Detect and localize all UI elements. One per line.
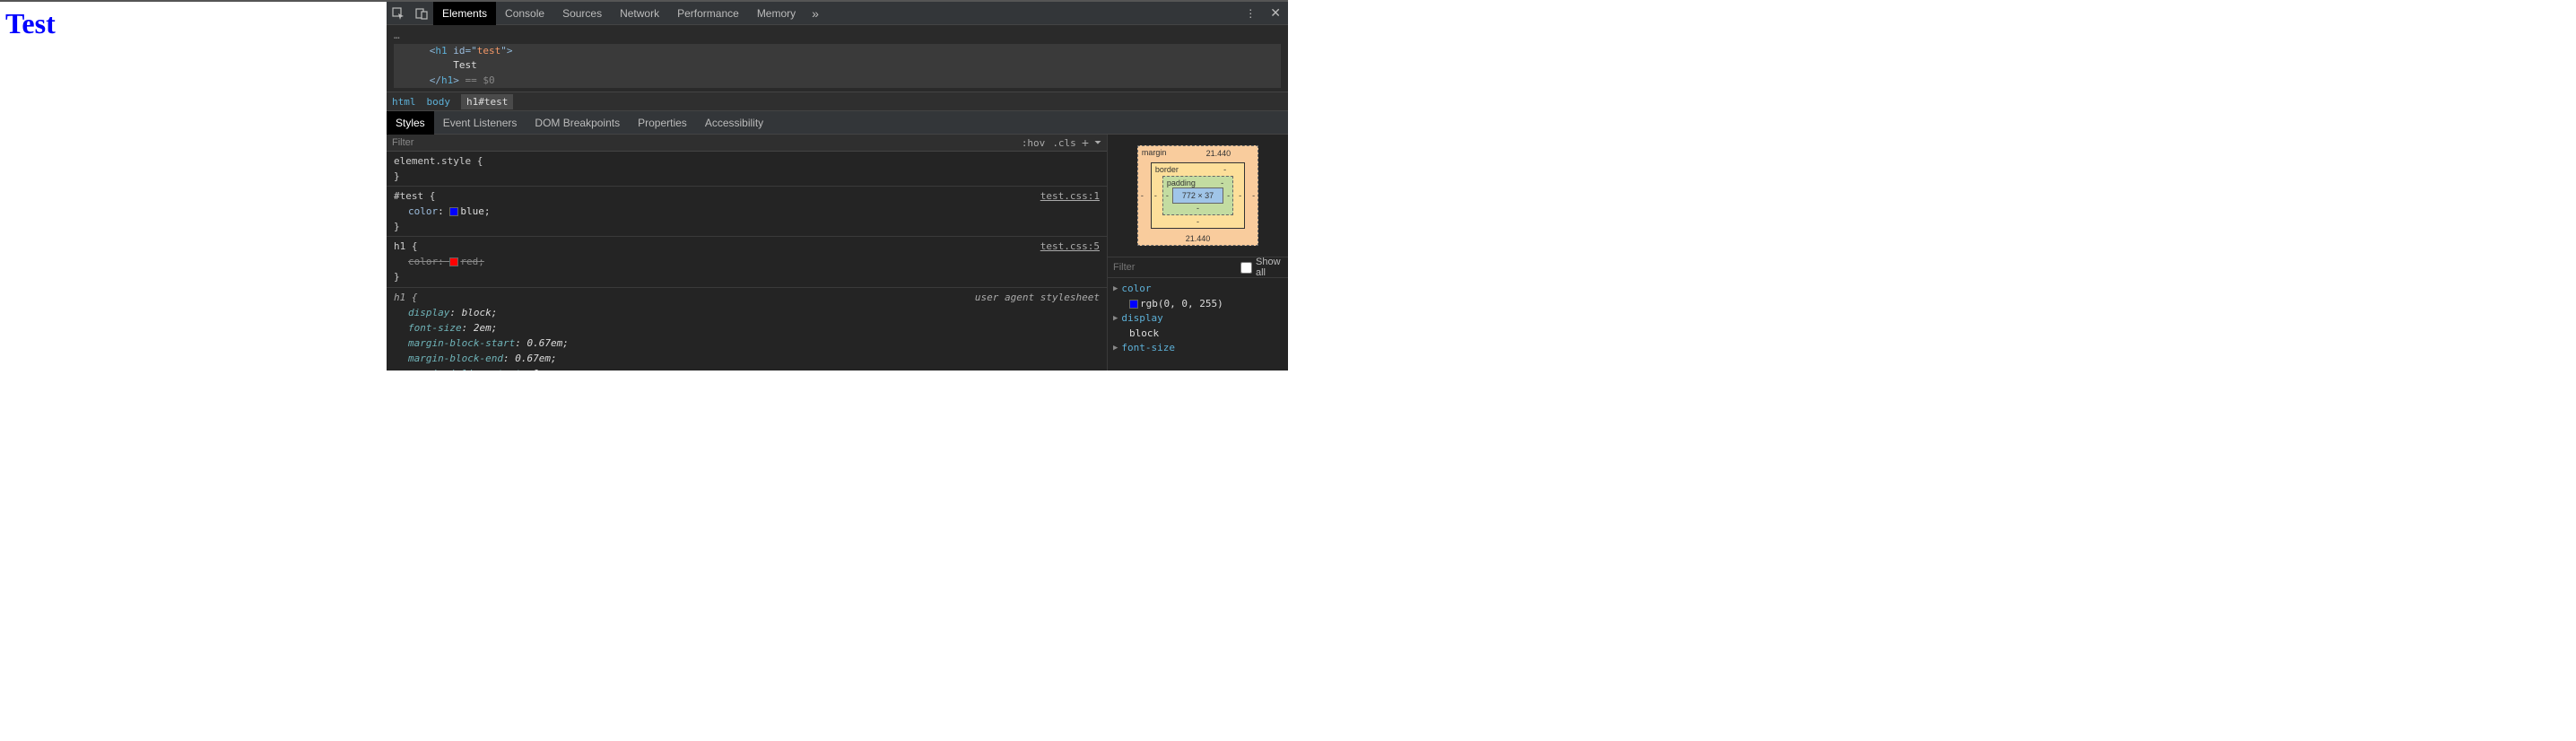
color-swatch-icon bbox=[1129, 300, 1138, 309]
box-model-content: 772 × 37 bbox=[1172, 187, 1223, 204]
rendered-page: Test bbox=[0, 0, 387, 370]
close-icon[interactable]: ✕ bbox=[1263, 5, 1288, 21]
computed-prop-color[interactable]: ▶color bbox=[1113, 282, 1283, 297]
tab-memory[interactable]: Memory bbox=[748, 2, 805, 25]
computed-panel: margin 21.440 21.440 - - border - - - - … bbox=[1107, 135, 1288, 370]
styles-filter-input[interactable] bbox=[392, 137, 1014, 148]
breadcrumb: html body h1#test bbox=[387, 92, 1288, 111]
subtab-properties[interactable]: Properties bbox=[629, 111, 696, 135]
subtab-styles[interactable]: Styles bbox=[387, 111, 434, 135]
rule-user-agent[interactable]: user agent stylesheet h1 { display: bloc… bbox=[387, 288, 1107, 370]
styles-tabbar: Styles Event Listeners DOM Breakpoints P… bbox=[387, 111, 1288, 135]
box-model-margin-label: margin bbox=[1142, 148, 1167, 157]
disclosure-triangle-icon[interactable]: ▶ bbox=[1113, 313, 1118, 326]
crumb-body[interactable]: body bbox=[427, 96, 451, 108]
box-model-margin-top: 21.440 bbox=[1206, 149, 1231, 158]
overridden-property[interactable]: color: red; bbox=[394, 254, 1100, 269]
hov-toggle[interactable]: :hov bbox=[1022, 137, 1046, 149]
box-model-border-top: - bbox=[1223, 165, 1226, 174]
dom-text-node[interactable]: Test bbox=[394, 58, 1281, 74]
color-swatch-red[interactable] bbox=[449, 257, 458, 266]
rule-source-link[interactable]: test.css:5 bbox=[1040, 239, 1100, 254]
disclosure-triangle-icon[interactable]: ▶ bbox=[1113, 283, 1118, 296]
box-model-border-label: border bbox=[1155, 165, 1179, 174]
tab-elements[interactable]: Elements bbox=[433, 2, 496, 25]
user-agent-label: user agent stylesheet bbox=[975, 290, 1100, 305]
subtab-event-listeners[interactable]: Event Listeners bbox=[434, 111, 527, 135]
dom-ellipsis: … bbox=[394, 30, 400, 41]
dom-node-h1[interactable]: <h1 id="test"> bbox=[394, 44, 1281, 59]
subtab-accessibility[interactable]: Accessibility bbox=[696, 111, 772, 135]
cls-toggle[interactable]: .cls bbox=[1052, 137, 1076, 149]
kebab-menu-icon[interactable]: ⋮ bbox=[1238, 7, 1263, 20]
styles-filter-bar: :hov .cls + ⏷ bbox=[387, 135, 1107, 152]
box-model-border-right: - bbox=[1239, 191, 1241, 200]
dom-tree[interactable]: … <h1 id="test"> Test </h1> == $0 bbox=[387, 25, 1288, 92]
tab-network[interactable]: Network bbox=[611, 2, 668, 25]
rule-source-link[interactable]: test.css:1 bbox=[1040, 188, 1100, 204]
show-all-checkbox[interactable]: Show all bbox=[1240, 257, 1283, 278]
box-model-margin-left: - bbox=[1141, 191, 1144, 200]
computed-properties-list: ▶color rgb(0, 0, 255) ▶display block ▶fo… bbox=[1108, 278, 1288, 360]
crumb-selected[interactable]: h1#test bbox=[461, 94, 513, 109]
devtools-tabbar: Elements Console Sources Network Perform… bbox=[387, 2, 1288, 25]
device-toolbar-icon[interactable] bbox=[415, 7, 428, 20]
computed-val-display: block bbox=[1113, 327, 1283, 342]
box-model-diagram[interactable]: margin 21.440 21.440 - - border - - - - … bbox=[1108, 135, 1288, 257]
rule-h1[interactable]: test.css:5 h1 { color: red; } bbox=[387, 237, 1107, 287]
rule-element-style[interactable]: element.style { } bbox=[387, 152, 1107, 187]
devtools-panel: Elements Console Sources Network Perform… bbox=[387, 0, 1288, 370]
computed-prop-display[interactable]: ▶display bbox=[1113, 311, 1283, 327]
crumb-html[interactable]: html bbox=[392, 96, 416, 108]
box-model-border-left: - bbox=[1154, 191, 1157, 200]
new-style-rule-icon[interactable]: + bbox=[1082, 135, 1089, 150]
computed-val-color: rgb(0, 0, 255) bbox=[1113, 297, 1283, 312]
styles-more-icon[interactable]: ⏷ bbox=[1094, 138, 1101, 148]
color-swatch-blue[interactable] bbox=[449, 207, 458, 216]
styles-body: :hov .cls + ⏷ element.style { } test.css… bbox=[387, 135, 1288, 370]
disclosure-triangle-icon[interactable]: ▶ bbox=[1113, 343, 1118, 355]
box-model-padding-bottom: - bbox=[1197, 204, 1199, 213]
more-tabs-icon[interactable]: » bbox=[805, 6, 826, 21]
styles-rules-panel: :hov .cls + ⏷ element.style { } test.css… bbox=[387, 135, 1107, 370]
box-model-padding-top: - bbox=[1221, 179, 1223, 187]
box-model-border-bottom: - bbox=[1197, 217, 1199, 226]
box-model-padding-right: - bbox=[1227, 191, 1230, 200]
box-model-padding-left: - bbox=[1166, 191, 1169, 200]
box-model-margin-right: - bbox=[1252, 191, 1255, 200]
page-heading: Test bbox=[5, 7, 381, 40]
subtab-dom-breakpoints[interactable]: DOM Breakpoints bbox=[526, 111, 629, 135]
tab-sources[interactable]: Sources bbox=[553, 2, 611, 25]
box-model-padding-label: padding bbox=[1167, 179, 1196, 187]
box-model-margin-bottom: 21.440 bbox=[1186, 234, 1211, 243]
rule-list: element.style { } test.css:1 #test { col… bbox=[387, 152, 1107, 370]
computed-filter-bar: Show all bbox=[1108, 257, 1288, 278]
tab-console[interactable]: Console bbox=[496, 2, 553, 25]
computed-filter-input[interactable] bbox=[1113, 262, 1240, 273]
computed-prop-fontsize[interactable]: ▶font-size bbox=[1113, 341, 1283, 356]
tab-performance[interactable]: Performance bbox=[668, 2, 748, 25]
rule-test-id[interactable]: test.css:1 #test { color: blue; } bbox=[387, 187, 1107, 237]
inspect-element-icon[interactable] bbox=[392, 7, 405, 20]
dom-close-h1[interactable]: </h1> == $0 bbox=[394, 74, 1281, 89]
